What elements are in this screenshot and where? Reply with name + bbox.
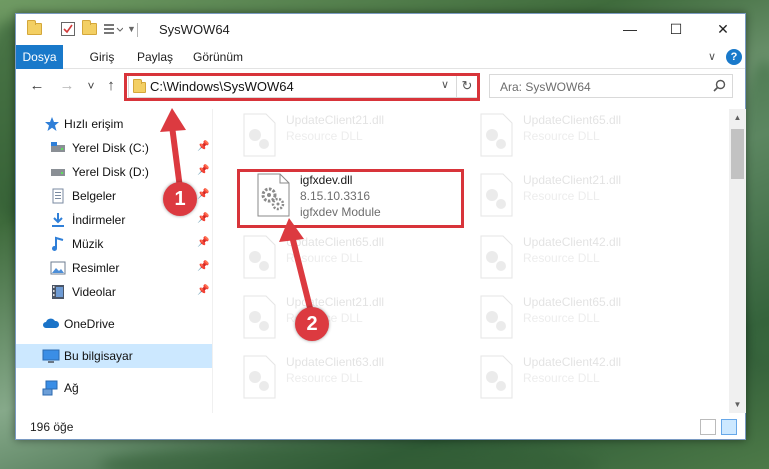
arrow-2-head [279, 218, 304, 242]
step-1-badge: 1 [163, 182, 197, 216]
arrow-1-shaft [169, 125, 183, 189]
arrow-1-head [160, 108, 186, 132]
arrow-2-shaft [289, 235, 314, 313]
annotation-arrows [160, 108, 314, 313]
step-2-badge: 2 [295, 307, 329, 341]
